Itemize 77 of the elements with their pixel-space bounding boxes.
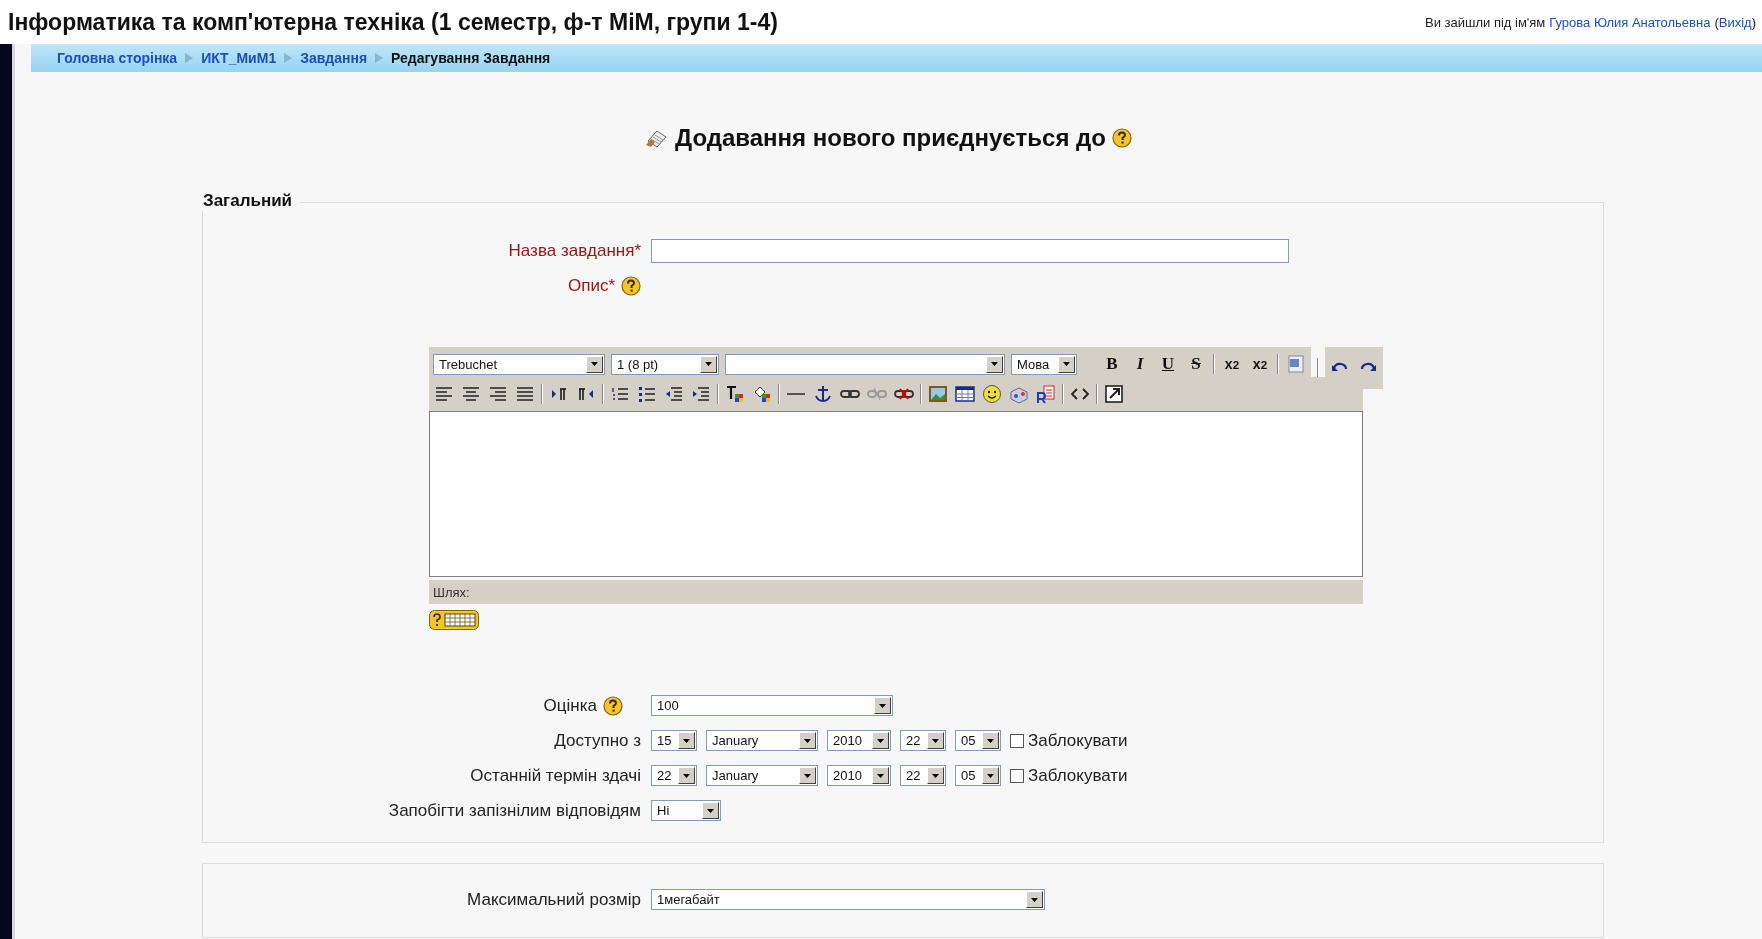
late-select[interactable]: Ні — [651, 800, 721, 821]
breadcrumb-arrow-icon — [284, 53, 293, 63]
help-icon[interactable] — [603, 695, 623, 716]
format-select[interactable] — [725, 353, 1005, 375]
grade-select[interactable]: 100 — [651, 695, 893, 716]
field-label: Доступно з — [554, 730, 641, 751]
logout-link[interactable]: Вихід — [1718, 14, 1752, 30]
caret-icon — [683, 738, 690, 743]
field-label: Максимальний розмір — [467, 889, 641, 910]
checkbox-label: Заблокувати — [1028, 730, 1128, 751]
caret-icon — [932, 738, 939, 743]
caret-icon — [804, 738, 811, 743]
caret-icon — [987, 738, 994, 743]
hour-select[interactable]: 22 — [900, 765, 946, 786]
field-label: Оцінка — [543, 695, 597, 716]
caret-icon — [591, 362, 598, 366]
month-select[interactable]: January — [706, 730, 818, 751]
breadcrumb-arrow-icon — [185, 53, 194, 63]
caret-icon — [1063, 362, 1070, 366]
course-title: Інформатика та комп'ютерна техніка (1 семестр, ф-т МіМ, групи 1-4) — [8, 8, 778, 36]
breadcrumb-link[interactable]: Завдання — [300, 50, 368, 66]
year-select[interactable]: 2010 — [827, 765, 891, 786]
hour-select[interactable]: 22 — [900, 730, 946, 751]
field-label: Запобігти запізнілим відповідям — [388, 800, 641, 821]
font-select[interactable]: Trebuchet — [433, 353, 605, 375]
help-icon[interactable] — [1111, 128, 1132, 148]
language-select[interactable]: Мова — [1011, 353, 1077, 375]
breadcrumb-link[interactable]: Головна сторінка — [57, 50, 178, 66]
paren: ) — [1751, 14, 1756, 30]
caret-icon — [877, 738, 884, 743]
day-select[interactable]: 15 — [651, 730, 697, 751]
field-label: Опис* — [567, 275, 615, 296]
input-field[interactable] — [651, 238, 1289, 263]
caret-icon — [877, 773, 884, 778]
word-paste-icon[interactable] — [1285, 353, 1307, 375]
caret-icon — [879, 703, 886, 708]
caret-icon — [683, 773, 690, 778]
checkbox-label: Заблокувати — [1028, 765, 1128, 786]
breadcrumb-link[interactable]: ИКТ_МиМ1 — [201, 50, 277, 66]
field-label: Останній термін здачі — [470, 765, 641, 786]
caret-icon — [1031, 897, 1038, 902]
keyboard-help-icon[interactable] — [429, 610, 479, 630]
lock-checkbox[interactable] — [1010, 733, 1024, 748]
minute-select[interactable]: 05 — [955, 730, 1001, 751]
path-label: Шлях: — [433, 584, 470, 600]
size-limit-select[interactable]: 1мегабайт — [651, 889, 1045, 910]
breadcrumb-arrow-icon — [375, 53, 384, 63]
field-label: Назва завдання* — [508, 240, 641, 261]
text-color-icon[interactable] — [724, 383, 746, 405]
size-select[interactable]: 1 (8 pt) — [611, 353, 719, 375]
caret-icon — [707, 808, 714, 813]
caret-icon — [987, 773, 994, 778]
bold-button[interactable]: B — [1101, 352, 1123, 376]
image-icon[interactable] — [927, 383, 949, 405]
login-text: Ви зайшли під ім'ям — [1425, 14, 1546, 30]
italic-button[interactable]: I — [1129, 352, 1151, 376]
table-icon[interactable] — [954, 383, 976, 405]
caret-icon — [932, 773, 939, 778]
page-heading: Додавання нового приєднується до — [675, 124, 1106, 152]
caret-icon — [705, 362, 712, 366]
minute-select[interactable]: 05 — [955, 765, 1001, 786]
lock-checkbox[interactable] — [1010, 768, 1024, 783]
year-select[interactable]: 2010 — [827, 730, 891, 751]
fullscreen-icon[interactable] — [1103, 383, 1125, 405]
day-select[interactable]: 22 — [651, 765, 697, 786]
caret-icon — [804, 773, 811, 778]
find-replace-icon[interactable] — [1035, 383, 1057, 405]
user-link[interactable]: Гурова Юлия Анатольевна — [1549, 14, 1711, 30]
caret-icon — [991, 362, 998, 366]
smiley-icon[interactable] — [981, 383, 1003, 405]
strikethrough-button[interactable]: S — [1185, 352, 1207, 376]
paren: ( — [1714, 14, 1719, 30]
anchor-icon[interactable] — [812, 383, 834, 405]
month-select[interactable]: January — [706, 765, 818, 786]
breadcrumb-current: Редагування Завдання — [391, 50, 551, 66]
underline-button[interactable]: U — [1157, 352, 1179, 376]
help-icon[interactable] — [621, 275, 641, 296]
